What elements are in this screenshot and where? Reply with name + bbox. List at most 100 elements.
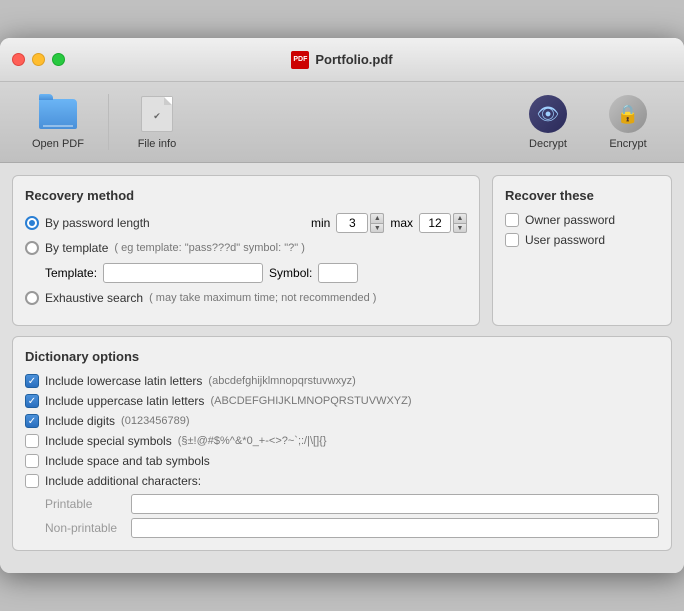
toolbar-file-info[interactable]: ✔ File info: [117, 90, 197, 154]
file-info-label: File info: [138, 138, 177, 150]
user-password-label: User password: [525, 233, 605, 247]
symbol-label: Symbol:: [269, 266, 312, 280]
template-input[interactable]: [103, 263, 263, 283]
by-length-radio[interactable]: [25, 216, 39, 230]
special-label: Include special symbols: [45, 434, 172, 448]
max-up-btn[interactable]: ▲: [453, 213, 467, 223]
additional-label: Include additional characters:: [45, 474, 201, 488]
maximize-button[interactable]: [52, 53, 65, 66]
max-label: max: [390, 216, 413, 230]
exhaustive-label: Exhaustive search: [45, 291, 143, 305]
lowercase-row: Include lowercase latin letters (abcdefg…: [25, 374, 659, 388]
window-title: Portfolio.pdf: [315, 52, 392, 67]
eye-icon: 👁: [537, 104, 560, 125]
folder-icon: [39, 99, 77, 129]
recover-these-panel: Recover these Owner password User passwo…: [492, 175, 672, 326]
max-down-btn[interactable]: ▼: [453, 223, 467, 233]
doc-icon: ✔: [141, 96, 173, 132]
owner-password-label: Owner password: [525, 213, 615, 227]
min-max-row: min ▲ ▼ max ▲: [311, 213, 467, 233]
encrypt-label: Encrypt: [609, 138, 646, 150]
decrypt-icon: 👁: [529, 95, 567, 133]
toolbar-open-pdf[interactable]: Open PDF: [16, 90, 100, 154]
additional-row: Include additional characters:: [25, 474, 659, 488]
recover-these-header: Recover these: [505, 188, 659, 203]
by-template-label: By template: [45, 241, 108, 255]
recovery-header: Recovery method: [25, 188, 467, 203]
digits-hint: (0123456789): [121, 415, 190, 427]
printable-input[interactable]: [131, 494, 659, 514]
space-tab-label: Include space and tab symbols: [45, 454, 210, 468]
window-controls: [12, 53, 65, 66]
printable-row: Printable: [45, 494, 659, 514]
pdf-icon: PDF: [291, 51, 309, 69]
open-pdf-label: Open PDF: [32, 138, 84, 150]
space-tab-checkbox[interactable]: [25, 454, 39, 468]
dictionary-header: Dictionary options: [25, 349, 659, 364]
non-printable-row: Non-printable: [45, 518, 659, 538]
lowercase-label: Include lowercase latin letters: [45, 374, 202, 388]
exhaustive-row: Exhaustive search ( may take maximum tim…: [25, 291, 467, 305]
exhaustive-radio[interactable]: [25, 291, 39, 305]
min-spinner: ▲ ▼: [336, 213, 384, 233]
decrypt-label: Decrypt: [529, 138, 567, 150]
min-input[interactable]: [336, 213, 368, 233]
by-template-row: By template ( eg template: "pass???d" sy…: [25, 241, 467, 255]
max-spinner-btns: ▲ ▼: [453, 213, 467, 233]
encrypt-icon-wrap: 🔒: [608, 94, 648, 134]
by-template-hint: ( eg template: "pass???d" symbol: "?" ): [114, 242, 305, 254]
uppercase-hint: (ABCDEFGHIJKLMNOPQRSTUVWXYZ): [210, 395, 411, 407]
decrypt-icon-wrap: 👁: [528, 94, 568, 134]
digits-checkbox[interactable]: [25, 414, 39, 428]
user-password-row: User password: [505, 233, 659, 247]
toolbar-encrypt[interactable]: 🔒 Encrypt: [588, 90, 668, 154]
max-input[interactable]: [419, 213, 451, 233]
symbol-input[interactable]: [318, 263, 358, 283]
recovery-panel: Recovery method By password length min ▲: [12, 175, 480, 326]
close-button[interactable]: [12, 53, 25, 66]
template-label: Template:: [45, 266, 97, 280]
min-label: min: [311, 216, 330, 230]
max-spinner: ▲ ▼: [419, 213, 467, 233]
min-up-btn[interactable]: ▲: [370, 213, 384, 223]
by-length-label: By password length: [45, 216, 150, 230]
owner-password-row: Owner password: [505, 213, 659, 227]
lowercase-checkbox[interactable]: [25, 374, 39, 388]
template-input-row: Template: Symbol:: [45, 263, 467, 283]
special-hint: (§±!@#$%^&*0_+-<>?~`;:/|\[]{}: [178, 435, 327, 447]
open-pdf-icon-wrap: [38, 94, 78, 134]
special-checkbox[interactable]: [25, 434, 39, 448]
content-area: Recovery method By password length min ▲: [0, 163, 684, 573]
uppercase-row: Include uppercase latin letters (ABCDEFG…: [25, 394, 659, 408]
dictionary-panel: Dictionary options Include lowercase lat…: [12, 336, 672, 551]
owner-password-checkbox[interactable]: [505, 213, 519, 227]
uppercase-checkbox[interactable]: [25, 394, 39, 408]
lock-icon: 🔒: [609, 95, 647, 133]
user-password-checkbox[interactable]: [505, 233, 519, 247]
exhaustive-hint: ( may take maximum time; not recommended…: [149, 292, 376, 304]
main-window: PDF Portfolio.pdf Open PDF ✔ File info 👁: [0, 38, 684, 573]
by-length-row: By password length: [25, 216, 150, 230]
additional-checkbox[interactable]: [25, 474, 39, 488]
printable-label: Printable: [45, 497, 125, 511]
digits-row: Include digits (0123456789): [25, 414, 659, 428]
uppercase-label: Include uppercase latin letters: [45, 394, 204, 408]
space-tab-row: Include space and tab symbols: [25, 454, 659, 468]
lock-symbol: 🔒: [617, 104, 639, 125]
titlebar: PDF Portfolio.pdf: [0, 38, 684, 82]
toolbar-decrypt[interactable]: 👁 Decrypt: [508, 90, 588, 154]
lowercase-hint: (abcdefghijklmnopqrstuvwxyz): [208, 375, 355, 387]
title-area: PDF Portfolio.pdf: [291, 51, 392, 69]
min-spinner-btns: ▲ ▼: [370, 213, 384, 233]
file-info-icon-wrap: ✔: [137, 94, 177, 134]
non-printable-label: Non-printable: [45, 521, 125, 535]
min-down-btn[interactable]: ▼: [370, 223, 384, 233]
minimize-button[interactable]: [32, 53, 45, 66]
top-row: Recovery method By password length min ▲: [12, 175, 672, 336]
digits-label: Include digits: [45, 414, 115, 428]
by-template-radio[interactable]: [25, 241, 39, 255]
special-row: Include special symbols (§±!@#$%^&*0_+-<…: [25, 434, 659, 448]
non-printable-input[interactable]: [131, 518, 659, 538]
toolbar: Open PDF ✔ File info 👁 Decrypt 🔒: [0, 82, 684, 163]
toolbar-sep-1: [108, 94, 109, 150]
